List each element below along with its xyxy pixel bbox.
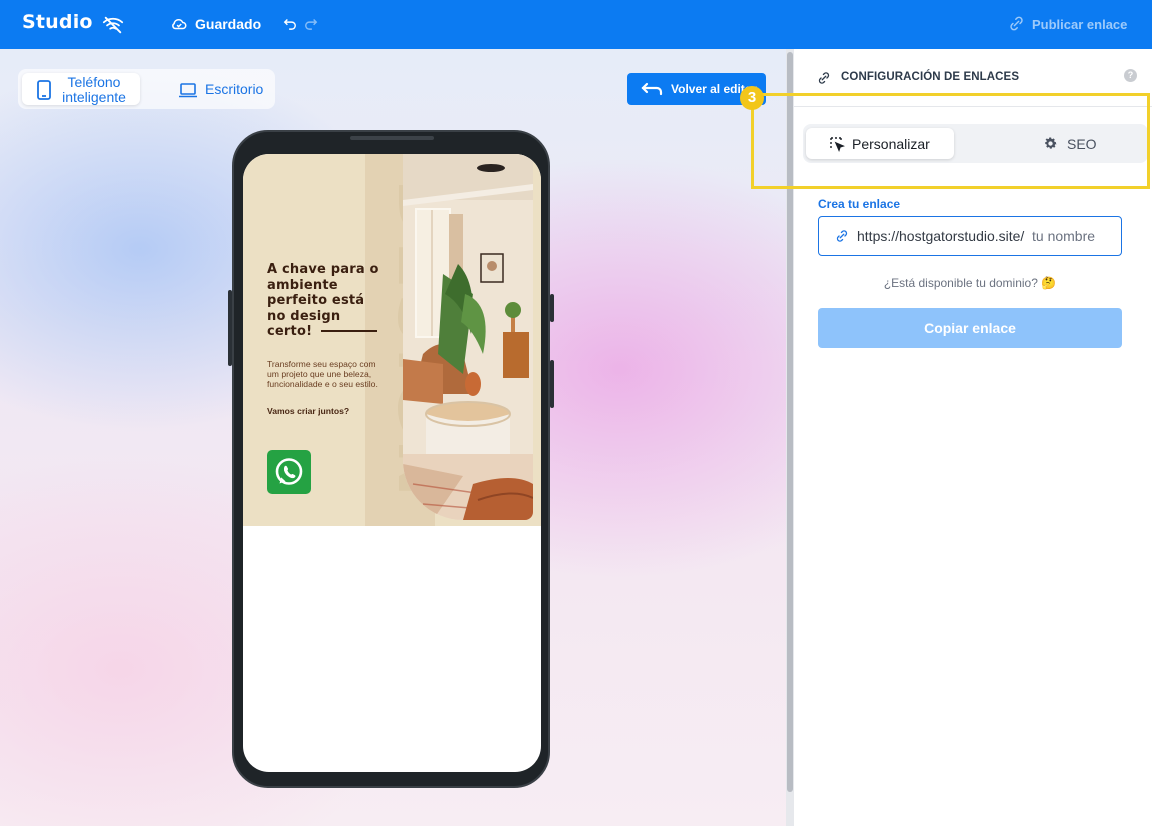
question-icon[interactable]: ? xyxy=(1124,69,1137,82)
url-field[interactable]: https://hostgatorstudio.site/ xyxy=(818,216,1122,256)
hero-cta-text: Vamos criar juntos? xyxy=(267,406,350,416)
phone-speaker xyxy=(350,136,434,140)
tutorial-highlight xyxy=(751,93,1150,189)
link-icon xyxy=(818,72,830,84)
device-phone-button[interactable]: Teléfono inteligente xyxy=(22,73,140,105)
site-preview-screen[interactable]: DESIGN xyxy=(243,154,541,772)
step-badge: 3 xyxy=(740,86,764,110)
device-toggle: Teléfono inteligente Escritorio xyxy=(18,69,275,109)
preview-canvas: Teléfono inteligente Escritorio Volver a… xyxy=(0,49,786,826)
brand-logo[interactable]: Studio xyxy=(22,11,93,33)
phone-side-button xyxy=(550,294,554,322)
hero-section: DESIGN xyxy=(243,154,541,526)
headline-underline xyxy=(321,330,377,332)
panel-title: CONFIGURACIÓN DE ENLACES xyxy=(841,71,1020,83)
return-arrow-icon xyxy=(641,82,663,96)
wifi-off-icon xyxy=(102,16,124,34)
device-desktop-label: Escritorio xyxy=(205,81,264,97)
phone-frame: DESIGN xyxy=(228,130,554,788)
redo-icon[interactable] xyxy=(304,16,318,30)
link-icon xyxy=(836,230,848,242)
undo-icon[interactable] xyxy=(283,16,297,30)
device-phone-label: Teléfono inteligente xyxy=(62,74,126,105)
hero-headline: A chave para o ambiente perfeito está no… xyxy=(267,262,379,339)
publish-link-button[interactable]: Publicar enlace xyxy=(1032,17,1127,32)
domain-availability-text: ¿Está disponible tu dominio? 🤔 xyxy=(883,276,1057,290)
phone-side-button xyxy=(228,290,232,366)
whatsapp-button[interactable] xyxy=(267,450,311,494)
device-desktop-button[interactable]: Escritorio xyxy=(168,73,272,105)
top-bar: Studio Guardado Publicar enlace xyxy=(0,0,1152,49)
url-prefix: https://hostgatorstudio.site/ xyxy=(857,228,1025,244)
smartphone-icon xyxy=(37,80,51,100)
laptop-icon xyxy=(179,83,197,98)
phone-side-button xyxy=(550,360,554,408)
hero-body-text: Transforme seu espaço com um projeto que… xyxy=(267,359,378,389)
save-status: Guardado xyxy=(195,16,262,32)
link-broken-icon xyxy=(1010,16,1023,31)
copy-link-button[interactable]: Copiar enlace xyxy=(818,308,1122,348)
living-room-photo xyxy=(403,154,533,520)
url-name-input[interactable] xyxy=(1032,223,1120,249)
create-link-label: Crea tu enlace xyxy=(818,197,901,211)
whatsapp-icon xyxy=(275,458,303,485)
cloud-saved-icon xyxy=(172,18,187,30)
